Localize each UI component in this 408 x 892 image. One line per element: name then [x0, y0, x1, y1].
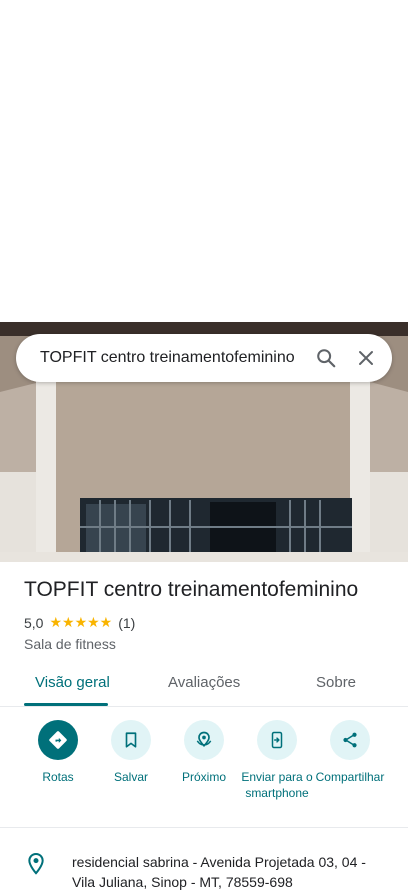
tab-overview[interactable]: Visão geral [35, 674, 110, 691]
tab-about[interactable]: Sobre [316, 674, 356, 691]
save-circle [111, 720, 151, 760]
directions-button[interactable]: Rotas [18, 720, 98, 785]
share-circle [330, 720, 370, 760]
nearby-circle [184, 720, 224, 760]
directions-circle [38, 720, 78, 760]
share-icon [343, 732, 357, 748]
active-tab-indicator [24, 703, 108, 706]
place-title: TOPFIT centro treinamentofeminino [24, 578, 359, 601]
send-to-phone-circle [257, 720, 297, 760]
tab-reviews[interactable]: Avaliações [168, 674, 240, 691]
search-bar[interactable]: TOPFIT centro treinamentofeminino [16, 334, 392, 382]
rating-value: 5,0 [24, 614, 44, 631]
search-input[interactable]: TOPFIT centro treinamentofeminino [40, 349, 306, 367]
place-category: Sala de fitness [24, 636, 116, 652]
close-icon [359, 351, 373, 365]
review-count[interactable]: (1) [118, 615, 135, 631]
nearby-button[interactable]: Próximo [164, 720, 244, 785]
send-to-phone-button[interactable]: Enviar para o smartphone [237, 720, 317, 801]
directions-label: Rotas [42, 770, 74, 784]
save-label: Salvar [113, 770, 148, 784]
nearby-label: Próximo [181, 770, 226, 784]
tab-bar: Visão geral Avaliações Sobre [0, 664, 408, 707]
share-label: Compartilhar [315, 770, 385, 784]
directions-icon [49, 731, 67, 749]
search-icon [317, 349, 336, 368]
action-row: Rotas Salvar Próximo Enviar para o smart… [0, 720, 408, 820]
send-to-phone-icon [271, 731, 283, 749]
share-button[interactable]: Compartilhar [310, 720, 390, 785]
bookmark-icon [125, 732, 137, 748]
nearby-icon [196, 731, 212, 748]
rating-row[interactable]: 5,0 ★★★★★ (1) [24, 614, 135, 631]
section-divider [0, 827, 408, 828]
star-rating-icon: ★★★★★ [49, 614, 113, 630]
save-button[interactable]: Salvar [91, 720, 171, 785]
send-to-phone-label: Enviar para o smartphone [241, 770, 313, 800]
clear-search-button[interactable] [346, 338, 386, 378]
location-pin-icon [26, 852, 46, 881]
address-text[interactable]: residencial sabrina - Avenida Projetada … [72, 852, 390, 892]
search-button[interactable] [306, 338, 346, 378]
